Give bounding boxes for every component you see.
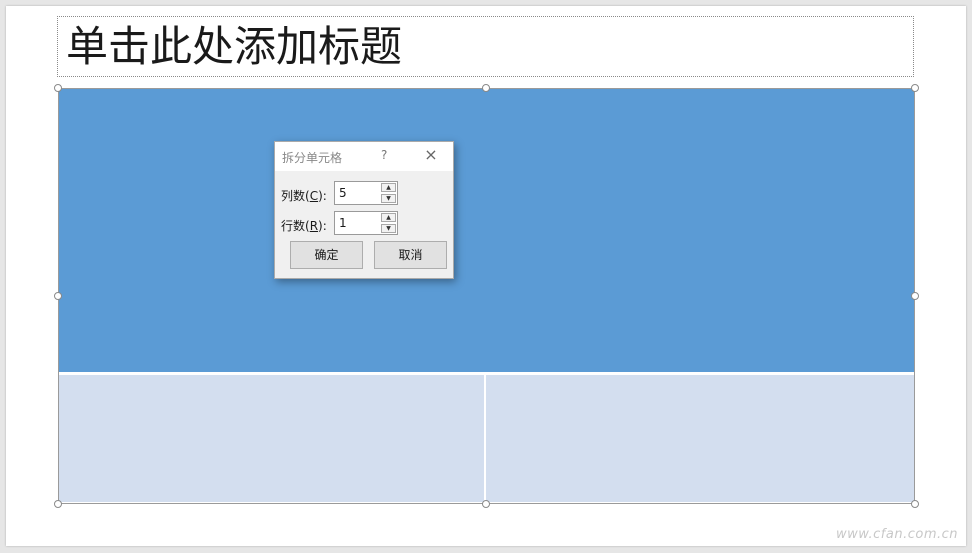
title-placeholder-text: 单击此处添加标题 [66,22,403,71]
split-cells-dialog: 拆分单元格 ? × 列数(C): 5 ▲ ▼ 行数(R): 1 ▲ ▼ 确定 取… [274,141,454,279]
rows-up-icon[interactable]: ▲ [381,213,396,222]
resize-handle-bottom-right[interactable] [911,500,919,508]
resize-handle-bottom-left[interactable] [54,500,62,508]
columns-stepper[interactable]: 5 ▲ ▼ [334,181,398,205]
dialog-title: 拆分单元格 [282,151,343,165]
close-icon[interactable]: × [424,147,438,163]
title-placeholder[interactable]: 单击此处添加标题 [57,16,914,77]
rows-label: 行数(R): [281,219,327,233]
resize-handle-middle-right[interactable] [911,292,919,300]
columns-down-icon[interactable]: ▼ [381,194,396,203]
resize-handle-bottom-center[interactable] [482,500,490,508]
resize-handle-top-center[interactable] [482,84,490,92]
columns-input[interactable]: 5 [339,186,347,200]
rows-stepper[interactable]: 1 ▲ ▼ [334,211,398,235]
dialog-titlebar[interactable]: 拆分单元格 ? × [275,142,453,171]
columns-label: 列数(C): [281,189,327,203]
table-selection-frame [58,88,915,504]
columns-up-icon[interactable]: ▲ [381,183,396,192]
watermark: www.cfan.com.cn [835,527,958,542]
resize-handle-top-left[interactable] [54,84,62,92]
resize-handle-middle-left[interactable] [54,292,62,300]
ok-button[interactable]: 确定 [290,241,363,269]
resize-handle-top-right[interactable] [911,84,919,92]
help-icon[interactable]: ? [381,148,387,162]
cancel-button[interactable]: 取消 [374,241,447,269]
rows-down-icon[interactable]: ▼ [381,224,396,233]
rows-input[interactable]: 1 [339,216,347,230]
